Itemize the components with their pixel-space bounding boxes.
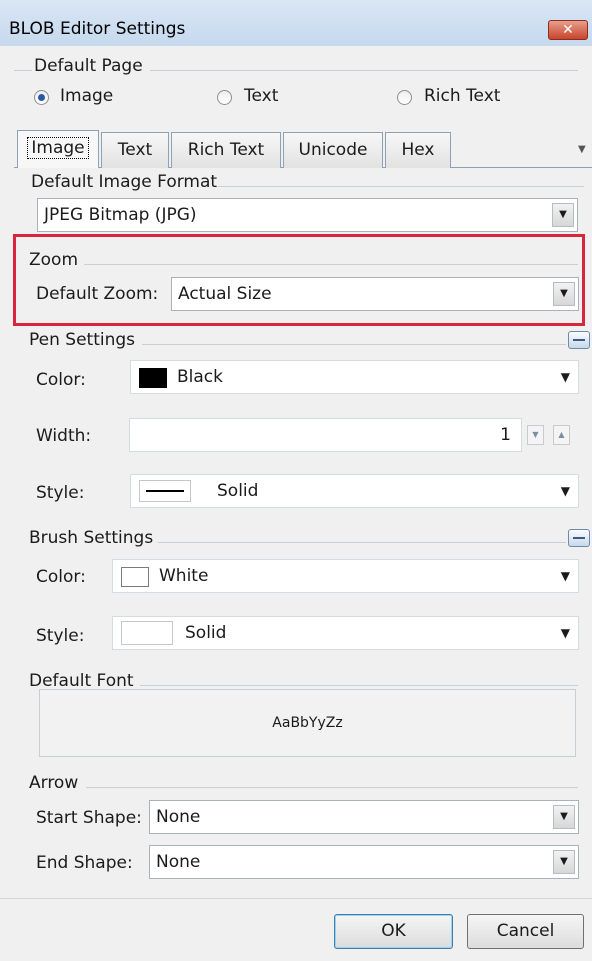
pen-style-preview xyxy=(139,480,191,502)
brush-settings-label: Brush Settings xyxy=(29,528,154,548)
tab-rich-text[interactable]: Rich Text xyxy=(171,132,281,168)
zoom-highlight-box xyxy=(13,234,585,326)
radio-text-label[interactable]: Text xyxy=(244,86,278,106)
tab-hex[interactable]: Hex xyxy=(385,132,451,168)
brush-color-select[interactable]: White ▼ xyxy=(112,559,579,593)
spin-down-icon[interactable]: ▼ xyxy=(527,425,544,445)
pen-collapse-button[interactable] xyxy=(568,331,590,349)
default-font-label: Default Font xyxy=(29,671,134,691)
brush-style-preview xyxy=(121,621,173,645)
footer-divider xyxy=(0,898,592,899)
image-format-label: Default Image Format xyxy=(31,172,218,192)
default-page-label: Default Page xyxy=(34,56,143,76)
brush-color-label: Color: xyxy=(36,567,86,587)
ok-button[interactable]: OK xyxy=(334,914,453,949)
spin-up-icon[interactable]: ▲ xyxy=(553,425,570,445)
pen-style-value: Solid xyxy=(217,481,259,501)
pen-settings-label: Pen Settings xyxy=(29,330,136,350)
chevron-down-icon[interactable]: ▼ xyxy=(561,560,570,592)
radio-image-label[interactable]: Image xyxy=(60,86,113,106)
brush-color-value: White xyxy=(159,566,209,586)
pen-style-label: Style: xyxy=(36,483,85,503)
chevron-down-icon[interactable]: ▼ xyxy=(552,203,574,227)
blob-editor-settings-dialog: BLOB Editor Settings ✕ Default Page Imag… xyxy=(0,0,592,961)
radio-rich-text-label[interactable]: Rich Text xyxy=(424,86,500,106)
brush-collapse-button[interactable] xyxy=(568,529,590,547)
tab-text[interactable]: Text xyxy=(101,132,169,168)
chevron-down-icon[interactable]: ▼ xyxy=(561,617,570,649)
end-shape-value: None xyxy=(156,852,201,872)
font-preview-text: AaBbYyZz xyxy=(272,715,343,731)
arrow-label: Arrow xyxy=(29,773,79,793)
pen-width-input[interactable]: 1 xyxy=(129,418,522,452)
start-shape-select[interactable]: None ▼ xyxy=(149,800,579,834)
image-format-select[interactable]: JPEG Bitmap (JPG) ▼ xyxy=(37,198,578,232)
radio-rich-text[interactable] xyxy=(397,90,412,105)
title-bar[interactable]: BLOB Editor Settings ✕ xyxy=(0,0,592,46)
chevron-down-icon[interactable]: ▼ xyxy=(561,475,570,507)
pen-width-label: Width: xyxy=(36,426,92,446)
tab-overflow-icon[interactable]: ▼ xyxy=(578,144,586,155)
end-shape-select[interactable]: None ▼ xyxy=(149,845,579,879)
end-shape-label: End Shape: xyxy=(36,853,133,873)
chevron-down-icon[interactable]: ▼ xyxy=(553,805,575,829)
radio-image[interactable] xyxy=(34,90,49,105)
chevron-down-icon[interactable]: ▼ xyxy=(553,850,575,874)
image-format-value: JPEG Bitmap (JPG) xyxy=(44,205,197,225)
pen-color-select[interactable]: Black ▼ xyxy=(130,360,579,394)
brush-style-select[interactable]: Solid ▼ xyxy=(112,616,579,650)
pen-color-label: Color: xyxy=(36,370,86,390)
tab-unicode[interactable]: Unicode xyxy=(283,132,383,168)
chevron-down-icon[interactable]: ▼ xyxy=(561,361,570,393)
pen-width-value: 1 xyxy=(500,425,511,445)
start-shape-label: Start Shape: xyxy=(36,808,142,828)
pen-style-select[interactable]: Solid ▼ xyxy=(130,474,579,508)
window-title: BLOB Editor Settings xyxy=(9,19,186,39)
cancel-button[interactable]: Cancel xyxy=(467,914,584,949)
default-font-button[interactable]: AaBbYyZz xyxy=(39,689,576,757)
brush-style-value: Solid xyxy=(185,623,227,643)
close-icon: ✕ xyxy=(562,22,574,38)
brush-color-swatch xyxy=(121,567,149,587)
tab-image[interactable]: Image xyxy=(17,130,99,168)
pen-color-swatch xyxy=(139,368,167,388)
close-button[interactable]: ✕ xyxy=(548,20,588,40)
pen-color-value: Black xyxy=(177,367,223,387)
radio-text[interactable] xyxy=(217,90,232,105)
start-shape-value: None xyxy=(156,807,201,827)
brush-style-label: Style: xyxy=(36,626,85,646)
